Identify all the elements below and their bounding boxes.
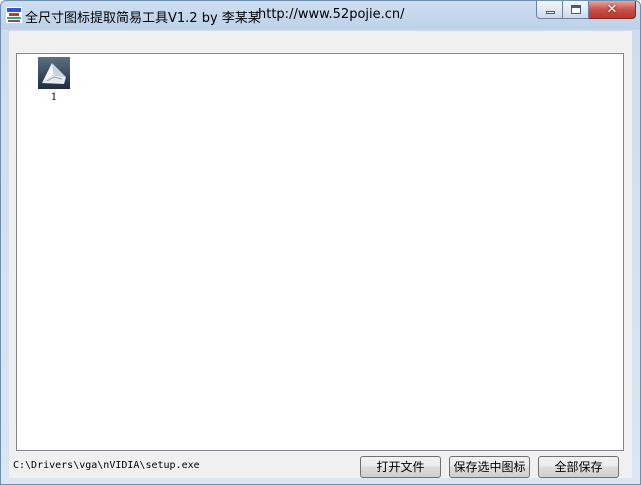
nvidia-setup-thumbnail-icon [38, 57, 70, 89]
window-title: 全尺寸图标提取简易工具V1.2 by 李某某 [25, 11, 261, 26]
file-path-label: C:\Drivers\vga\nVIDIA\setup.exe [13, 460, 200, 471]
list-item[interactable]: 1 [37, 57, 71, 103]
minimize-button[interactable] [536, 1, 563, 19]
close-button[interactable]: ✕ [589, 1, 636, 19]
caption-buttons: ✕ [536, 1, 636, 20]
app-window: 全尺寸图标提取简易工具V1.2 by 李某某 http://www.52poji… [0, 0, 641, 485]
client-area: 1 C:\Drivers\vga\nVIDIA\setup.exe 打开文件 保… [9, 31, 632, 478]
close-icon: ✕ [606, 2, 618, 17]
maximize-button[interactable] [563, 1, 589, 19]
save-all-button[interactable]: 全部保存 [538, 456, 619, 478]
maximize-icon [571, 5, 581, 14]
title-bar[interactable]: 全尺寸图标提取简易工具V1.2 by 李某某 http://www.52poji… [1, 1, 640, 31]
window-title-url: http://www.52pojie.cn/ [258, 7, 405, 22]
save-selected-icon-button[interactable]: 保存选中图标 [449, 456, 530, 478]
list-item-label: 1 [50, 92, 58, 103]
app-logo-icon [6, 7, 22, 23]
minimize-icon [546, 11, 555, 14]
icon-list-view[interactable]: 1 [16, 53, 624, 451]
open-file-button[interactable]: 打开文件 [360, 456, 441, 478]
